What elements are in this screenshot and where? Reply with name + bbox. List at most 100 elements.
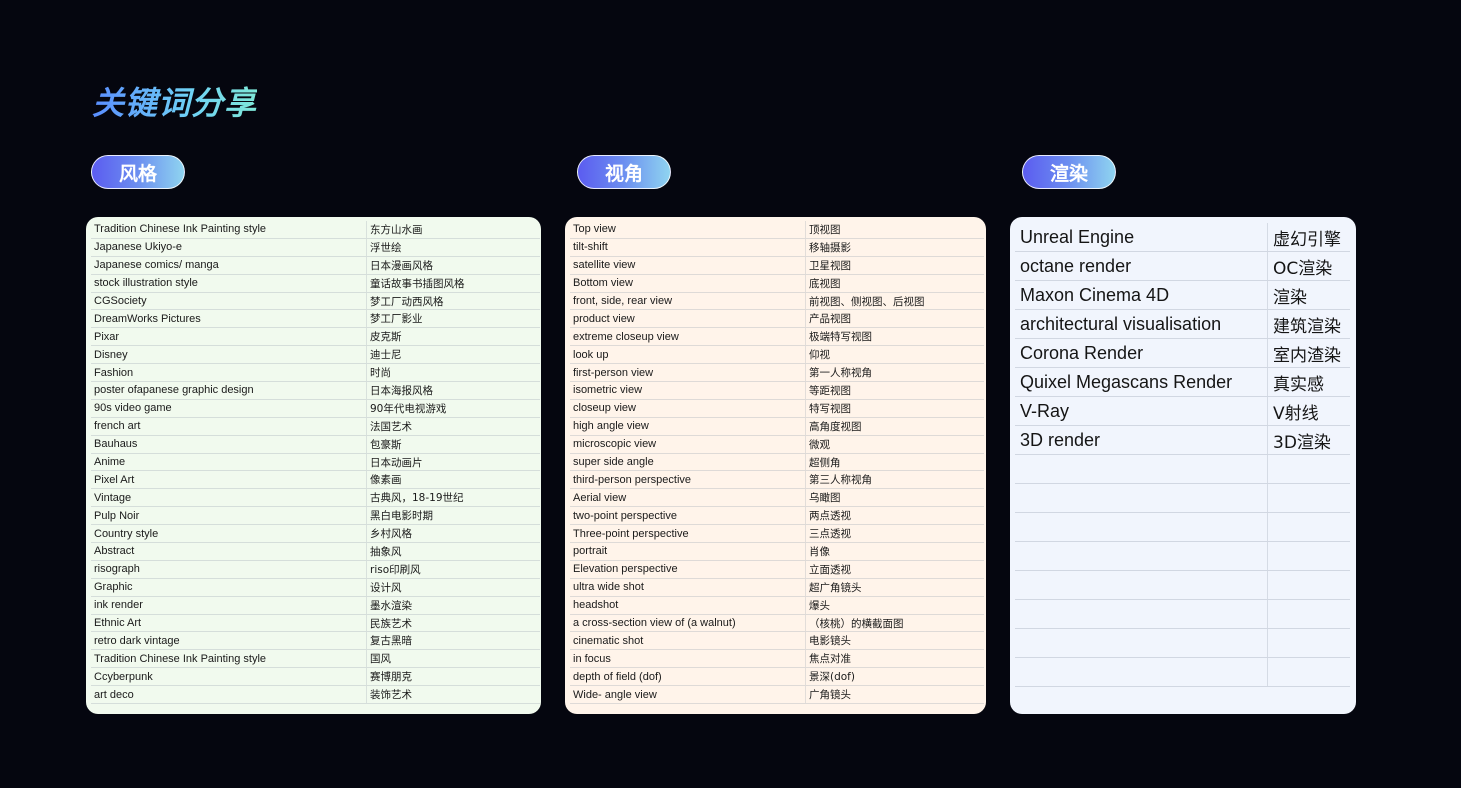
keyword-english xyxy=(1015,484,1268,512)
keyword-chinese: 装饰艺术 xyxy=(370,689,412,702)
keyword-english: risograph xyxy=(91,560,367,578)
keyword-english: front, side, rear view xyxy=(570,292,806,310)
keyword-english: Ccyberpunk xyxy=(91,668,367,686)
keyword-english: 3D render xyxy=(1015,426,1268,454)
keyword-chinese: 法国艺术 xyxy=(370,420,412,433)
table-row: french art 法国艺术 xyxy=(91,417,540,436)
keyword-chinese: 仰视 xyxy=(809,349,830,362)
keyword-chinese: 底视图 xyxy=(809,277,841,290)
keyword-chinese: 电影镜头 xyxy=(809,635,851,648)
table-row: first-person view 第一人称视角 xyxy=(570,364,984,383)
keyword-chinese: 前视图、侧视图、后视图 xyxy=(809,295,925,308)
keyword-chinese: 焦点对准 xyxy=(809,653,851,666)
keyword-english: Top view xyxy=(570,221,806,238)
keyword-english: Abstract xyxy=(91,543,367,560)
table-row: octane render OC渲染 xyxy=(1015,252,1350,281)
keyword-english: CGSociety xyxy=(91,292,367,310)
keyword-english xyxy=(1015,542,1268,570)
keyword-english: depth of field (dof) xyxy=(570,668,806,686)
table-row: Pulp Noir 黑白电影时期 xyxy=(91,507,540,526)
keyword-english: DreamWorks Pictures xyxy=(91,310,367,328)
keyword-english: Maxon Cinema 4D xyxy=(1015,281,1268,309)
table-row: look up 仰视 xyxy=(570,346,984,365)
table-row xyxy=(1015,484,1350,513)
keyword-english: french art xyxy=(91,417,367,435)
keyword-chinese: 梦工厂动西风格 xyxy=(370,295,444,308)
keyword-chinese: 渲染 xyxy=(1273,287,1307,308)
keyword-chinese: 梦工厂影业 xyxy=(370,313,423,326)
keyword-english: ink render xyxy=(91,596,367,614)
keyword-chinese: 广角镜头 xyxy=(809,689,851,702)
keyword-english: Wide- angle view xyxy=(570,686,806,704)
table-row: Three-point perspective 三点透视 xyxy=(570,525,984,544)
keyword-chinese xyxy=(1268,542,1350,570)
keyword-chinese: OC渲染 xyxy=(1273,258,1333,279)
keyword-english xyxy=(1015,629,1268,657)
keyword-english: look up xyxy=(570,346,806,364)
table-row: two-point perspective 两点透视 xyxy=(570,507,984,526)
keyword-chinese: 特写视图 xyxy=(809,402,851,415)
keyword-chinese: 两点透视 xyxy=(809,510,851,523)
table-row: closeup view 特写视图 xyxy=(570,399,984,418)
table-row xyxy=(1015,542,1350,571)
keyword-chinese: 墨水渲染 xyxy=(370,599,412,612)
table-row xyxy=(1015,600,1350,629)
table-row: cinematic shot 电影镜头 xyxy=(570,632,984,651)
keyword-english xyxy=(1015,571,1268,599)
table-row: Bottom view 底视图 xyxy=(570,274,984,293)
keyword-chinese: 肖像 xyxy=(809,545,830,558)
table-row: Ccyberpunk 赛博朋克 xyxy=(91,668,540,687)
keyword-chinese: 像素画 xyxy=(370,474,402,487)
table-row: satellite view 卫星视图 xyxy=(570,256,984,275)
keyword-chinese: 皮克斯 xyxy=(370,331,402,344)
keyword-chinese: 极端特写视图 xyxy=(809,331,872,344)
keyword-english: Aerial view xyxy=(570,489,806,507)
keyword-english: tilt-shift xyxy=(570,238,806,256)
table-row: Wide- angle view 广角镜头 xyxy=(570,686,984,705)
table-row xyxy=(1015,658,1350,687)
keyword-chinese: 民族艺术 xyxy=(370,617,412,630)
keyword-chinese: 虚幻引擎 xyxy=(1273,229,1341,250)
render-keyword-card: Unreal Engine 虚幻引擎 octane render OC渲染 Maxon … xyxy=(1010,217,1356,714)
keyword-english: satellite view xyxy=(570,256,806,274)
keyword-chinese xyxy=(1268,600,1350,628)
keyword-english: Disney xyxy=(91,346,367,364)
keyword-chinese: 复古黑暗 xyxy=(370,635,412,648)
keyword-english: headshot xyxy=(570,596,806,614)
keyword-chinese: 赛博朋克 xyxy=(370,671,412,684)
style-keyword-card: Tradition Chinese Ink Painting style 东方山水… xyxy=(86,217,541,714)
table-row: 3D render 3D渲染 xyxy=(1015,426,1350,455)
keyword-english: Unreal Engine xyxy=(1015,223,1268,251)
table-row: Bauhaus 包豪斯 xyxy=(91,435,540,454)
keyword-chinese: （核桃）的横截面图 xyxy=(809,617,904,630)
keyword-chinese: 日本海报风格 xyxy=(370,384,433,397)
keyword-chinese: 景深(dof) xyxy=(809,671,855,684)
category-pill-render: 渲染 xyxy=(1022,155,1116,189)
table-row: Japanese comics/ manga 日本漫画风格 xyxy=(91,256,540,275)
keyword-english: Bauhaus xyxy=(91,435,367,453)
keyword-english: product view xyxy=(570,310,806,328)
keyword-english xyxy=(1015,600,1268,628)
keyword-chinese: 抽象风 xyxy=(370,545,402,558)
keyword-chinese: 超广角镜头 xyxy=(809,581,862,594)
keyword-chinese: 第三人称视角 xyxy=(809,474,872,487)
table-row xyxy=(1015,571,1350,600)
keyword-english: microscopic view xyxy=(570,435,806,453)
keyword-chinese: 包豪斯 xyxy=(370,438,402,451)
keyword-english: Bottom view xyxy=(570,274,806,292)
keyword-chinese: 移轴摄影 xyxy=(809,241,851,254)
keyword-english: architectural visualisation xyxy=(1015,310,1268,338)
table-row: Tradition Chinese Ink Painting style 东方山水… xyxy=(91,221,540,239)
keyword-chinese xyxy=(1268,571,1350,599)
keyword-chinese: 爆头 xyxy=(809,599,830,612)
table-row: Pixar 皮克斯 xyxy=(91,328,540,347)
keyword-chinese: 建筑渲染 xyxy=(1273,316,1341,337)
keyword-english: Pixar xyxy=(91,328,367,346)
table-row: Top view 顶视图 xyxy=(570,221,984,239)
table-row: 90s video game 90年代电视游戏 xyxy=(91,399,540,418)
table-row: Country style 乡村风格 xyxy=(91,525,540,544)
table-row: front, side, rear view 前视图、侧视图、后视图 xyxy=(570,292,984,311)
keyword-chinese: 立面透视 xyxy=(809,563,851,576)
keyword-english: Corona Render xyxy=(1015,339,1268,367)
table-row: headshot 爆头 xyxy=(570,596,984,615)
